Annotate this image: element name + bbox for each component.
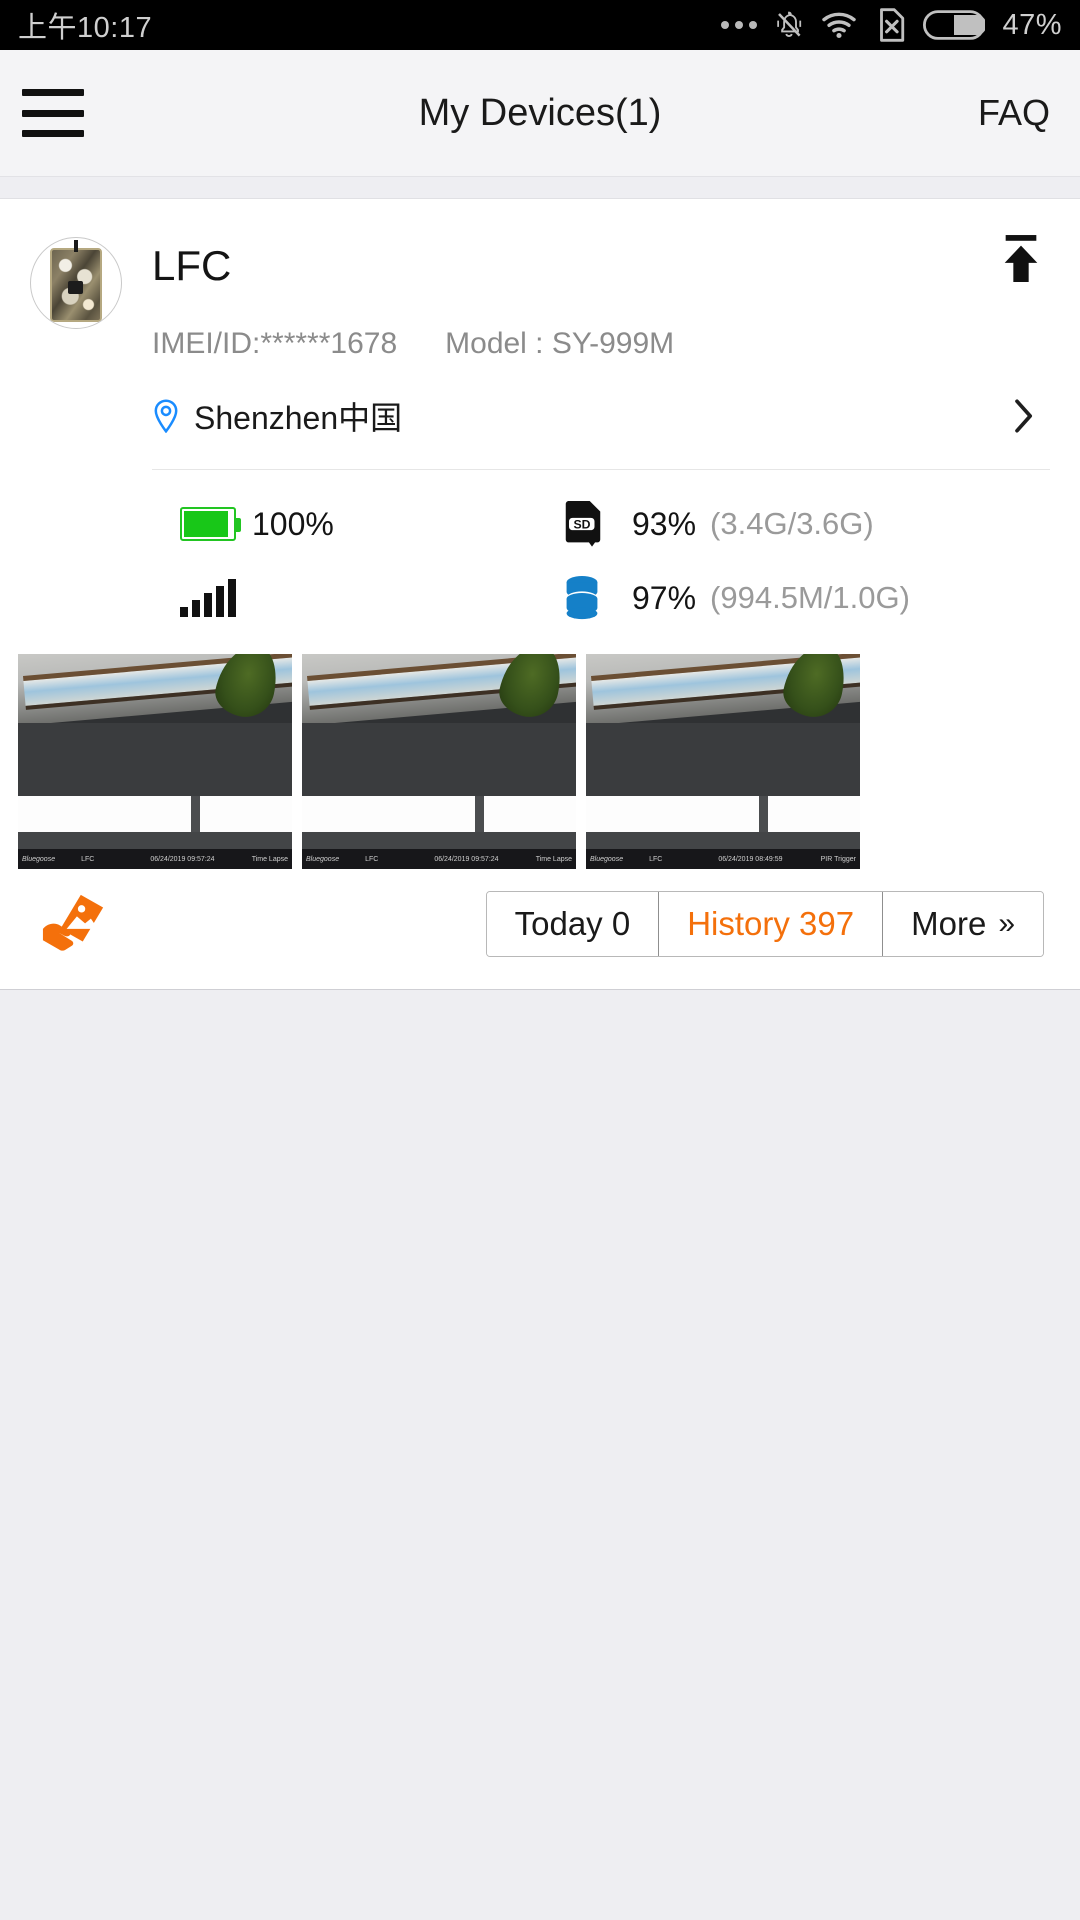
battery-percent-label: 47% [1002, 8, 1062, 41]
more-dots-icon [721, 21, 758, 29]
stamp-mode: Time Lapse [251, 855, 288, 863]
device-location: Shenzhen中国 [194, 400, 403, 436]
stamp-brand: Bluegoose [590, 855, 624, 863]
device-info: LFC IMEI/ID:******1678 Model : SY-999M S… [122, 227, 1050, 470]
photo-wall [18, 722, 292, 796]
sdcard-value: 93% [632, 505, 697, 542]
battery-icon [923, 10, 986, 40]
more-button[interactable]: More » [883, 892, 1043, 956]
double-chevron-right-icon: » [998, 907, 1015, 940]
stamp-brand: Bluegoose [22, 855, 56, 863]
avatar [30, 237, 122, 329]
sim-card-missing-icon [880, 8, 905, 42]
stamp-brand: Bluegoose [306, 855, 340, 863]
map-pin-icon [154, 399, 178, 433]
thumbnail-row: Bluegoose LFC 06/24/2019 09:57:24 Time L… [0, 628, 1080, 869]
page-background [0, 990, 1080, 1850]
stat-row-1: 100% SD 93% (3.4G/3.6G) [180, 494, 1050, 554]
card-actions: Today 0 History 397 More » [0, 869, 1080, 983]
stamp-mode: Time Lapse [535, 855, 572, 863]
trail-camera-avatar-icon [50, 248, 102, 322]
header-spacer [0, 177, 1080, 199]
stamp-name: LFC [81, 855, 95, 863]
photo-post [190, 795, 200, 833]
hand-photo-icon[interactable] [38, 891, 110, 957]
photo-stamp: Bluegoose LFC 06/24/2019 09:57:24 Time L… [18, 849, 292, 869]
photo-post [758, 795, 768, 833]
photo-wall [302, 722, 576, 796]
stamp-name: LFC [365, 855, 379, 863]
status-bar: 上午10:17 47% [0, 0, 1080, 50]
stamp-time: 06/24/2019 08:49:59 [718, 855, 783, 863]
photo-bright-band [18, 795, 292, 833]
stamp-time: 06/24/2019 09:57:24 [150, 855, 215, 863]
status-time: 上午10:17 [18, 12, 153, 44]
photo-bright-band [302, 795, 576, 833]
stamp-name: LFC [649, 855, 663, 863]
photo-count-button-group: Today 0 History 397 More » [485, 891, 1044, 957]
thumbnail-1[interactable]: Bluegoose LFC 06/24/2019 09:57:24 Time L… [18, 654, 292, 869]
device-model: Model : SY-999M [445, 327, 675, 360]
status-icons: 47% [721, 8, 1062, 42]
stat-signal [180, 579, 560, 617]
photo-post [474, 795, 484, 833]
data-sub: (994.5M/1.0G) [710, 580, 910, 615]
stamp-time: 06/24/2019 09:57:24 [434, 855, 499, 863]
bell-muted-icon [777, 11, 802, 37]
app-header: My Devices(1) FAQ [0, 50, 1080, 177]
thumbnail-3[interactable]: Bluegoose LFC 06/24/2019 08:49:59 PIR Tr… [586, 654, 860, 869]
photo-bright-band [586, 795, 860, 833]
battery-value: 100% [252, 505, 334, 542]
upload-icon[interactable] [998, 233, 1044, 285]
stat-data: 97% (994.5M/1.0G) [560, 574, 910, 622]
sdcard-sub: (3.4G/3.6G) [710, 506, 874, 541]
device-stats: 100% SD 93% (3.4G/3.6G) 97% (994.5M/1.0G… [0, 470, 1080, 628]
stat-battery: 100% [180, 506, 560, 543]
wifi-icon [822, 12, 857, 39]
more-button-label: More [911, 905, 987, 942]
signal-bars-icon [180, 579, 240, 617]
database-icon [560, 574, 620, 622]
page-title: My Devices(1) [418, 91, 662, 134]
photo-stamp: Bluegoose LFC 06/24/2019 09:57:24 Time L… [302, 849, 576, 869]
sd-card-icon: SD [560, 499, 620, 549]
stat-row-2: 97% (994.5M/1.0G) [180, 568, 1050, 628]
device-meta-row: IMEI/ID:******1678 Model : SY-999M [152, 327, 1050, 361]
stamp-mode: PIR Trigger [820, 855, 856, 863]
data-value: 97% [632, 579, 697, 616]
device-imei: IMEI/ID:******1678 [152, 327, 398, 360]
history-button[interactable]: History 397 [659, 892, 884, 956]
device-name: LFC [152, 242, 232, 289]
device-location-row[interactable]: Shenzhen中国 [152, 393, 1050, 439]
photo-stamp: Bluegoose LFC 06/24/2019 08:49:59 PIR Tr… [586, 849, 860, 869]
svg-text:SD: SD [574, 517, 591, 531]
thumbnail-2[interactable]: Bluegoose LFC 06/24/2019 09:57:24 Time L… [302, 654, 576, 869]
chevron-right-icon[interactable] [1014, 399, 1034, 433]
card-divider [152, 469, 1050, 470]
stat-sdcard: SD 93% (3.4G/3.6G) [560, 499, 874, 549]
device-card[interactable]: LFC IMEI/ID:******1678 Model : SY-999M S… [0, 199, 1080, 989]
faq-button[interactable]: FAQ [978, 92, 1050, 134]
battery-full-icon [180, 507, 241, 541]
today-button[interactable]: Today 0 [486, 892, 660, 956]
photo-wall [586, 722, 860, 796]
device-card-top: LFC IMEI/ID:******1678 Model : SY-999M S… [0, 199, 1080, 470]
